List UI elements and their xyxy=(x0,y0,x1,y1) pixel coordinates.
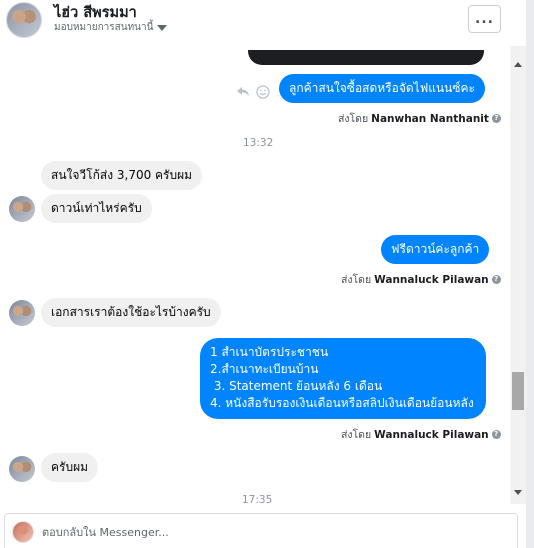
sender-avatar xyxy=(9,456,35,482)
reply-icon[interactable] xyxy=(236,84,250,98)
message-bubble-incoming[interactable]: ดาวน์เท่าไหร่ครับ xyxy=(41,194,152,223)
scrollbar-thumb[interactable] xyxy=(512,372,524,410)
emoji-icon[interactable] xyxy=(256,85,270,99)
caret-down-icon xyxy=(157,24,168,31)
sent-by-label: ส่งโดย Wannaluck Pilawan ? xyxy=(341,426,501,443)
message-line: 3. Statement ย้อนหลัง 6 เดือน xyxy=(210,379,383,393)
message-bubble-outgoing[interactable]: ลูกค้าสนใจซื้อสดหรือจัดไฟแนนซ์คะ xyxy=(279,74,485,103)
shared-media-bottom[interactable] xyxy=(248,50,484,65)
sent-by-label: ส่งโดย Wannaluck Pilawan ? xyxy=(341,271,501,288)
assign-conversation-label: มอบหมายการสนทนานี้ xyxy=(54,22,154,33)
scrollbar-track[interactable] xyxy=(510,46,526,504)
more-options-button[interactable]: ... xyxy=(468,5,501,33)
message-line: 4. หนังสือรับรองเงินเดือนหรือสลิปเงินเดื… xyxy=(210,396,474,410)
sender-avatar xyxy=(9,196,35,222)
scroll-down-arrow[interactable] xyxy=(514,490,522,495)
sent-by-prefix: ส่งโดย xyxy=(341,429,372,441)
more-icon: ... xyxy=(475,11,494,27)
message-bubble-incoming[interactable]: เอกสารเราต้องใช้อะไรบ้างครับ xyxy=(41,298,221,327)
sent-by-prefix: ส่งโดย xyxy=(338,113,369,125)
help-icon[interactable]: ? xyxy=(491,430,501,439)
sent-by-label: ส่งโดย Nanwhan Nanthanit ? xyxy=(338,110,501,127)
sender-avatar xyxy=(9,300,35,326)
message-line: 1 สำเนาบัตรประชาชน xyxy=(210,345,329,359)
page-edge xyxy=(526,0,534,548)
message-composer xyxy=(0,508,526,548)
sent-by-prefix: ส่งโดย xyxy=(341,274,372,286)
message-line: 2.สำเนาทะเบียนบ้าน xyxy=(210,362,319,376)
message-bubble-incoming[interactable]: ครับผม xyxy=(41,453,99,482)
assign-conversation[interactable]: มอบหมายการสนทนานี้ xyxy=(54,20,168,35)
help-icon[interactable]: ? xyxy=(491,114,501,123)
sent-by-name[interactable]: Wannaluck Pilawan xyxy=(374,274,489,286)
contact-avatar[interactable] xyxy=(6,2,42,38)
sent-by-name[interactable]: Nanwhan Nanthanit xyxy=(371,113,489,125)
message-bubble-incoming[interactable]: สนใจวีโก้ส่ง 3,700 ครับผม xyxy=(41,161,203,190)
scroll-up-arrow[interactable] xyxy=(514,62,522,67)
conversation-header: ไฮ่ว สีพรมมา มอบหมายการสนทนานี้ ... xyxy=(0,0,510,46)
reply-input[interactable] xyxy=(42,523,442,541)
timestamp: 17:35 xyxy=(242,494,273,506)
message-bubble-outgoing[interactable]: 1 สำเนาบัตรประชาชน 2.สำเนาทะเบียนบ้าน 3.… xyxy=(200,338,486,419)
help-icon[interactable]: ? xyxy=(491,275,501,284)
message-bubble-outgoing[interactable]: ฟรีดาวน์ค่ะลูกค้า xyxy=(381,235,490,264)
timestamp: 13:32 xyxy=(243,137,274,149)
page-avatar xyxy=(12,521,34,543)
sent-by-name[interactable]: Wannaluck Pilawan xyxy=(374,429,489,441)
